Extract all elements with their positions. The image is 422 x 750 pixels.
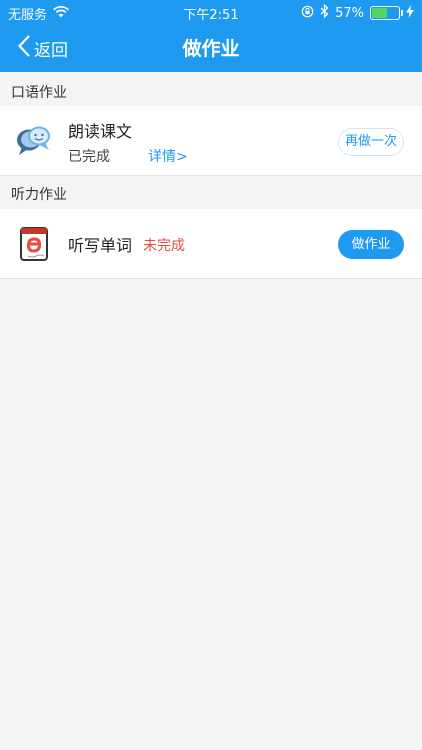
nav-bar: 返回 做作业 (0, 24, 422, 72)
battery-percent: 57% (335, 5, 364, 21)
bluetooth-icon (320, 3, 329, 22)
section-header-listening: 听力作业 (0, 178, 422, 212)
status-completed: 已完成 (68, 149, 110, 165)
charging-icon (406, 4, 414, 22)
battery-fill (372, 8, 387, 18)
page-title: 做作业 (182, 38, 240, 60)
item-title: 听写单词 (68, 236, 133, 255)
details-link[interactable]: 详情> (148, 146, 188, 166)
redo-button[interactable]: 再做一次 (337, 128, 404, 156)
do-homework-button[interactable]: 做作业 (338, 230, 404, 259)
section-header-oral: 口语作业 (0, 76, 422, 110)
list-item-reading[interactable]: 朗读课文 已完成 详情> 再做一次 (0, 106, 422, 176)
item-title: 朗读课文 (68, 122, 133, 141)
dictation-book-icon (18, 226, 52, 262)
status-right: 57% (301, 3, 414, 22)
rotation-lock-icon (301, 5, 314, 22)
status-incomplete: 未完成 (143, 238, 185, 254)
battery-icon (370, 6, 403, 20)
list-item-dictation[interactable]: 听写单词 未完成 做作业 (0, 209, 422, 279)
status-bar: 无服务 下午2:51 57% (0, 0, 422, 24)
speech-bubbles-icon (14, 122, 54, 162)
top-bar: 无服务 下午2:51 57% 返回 做作业 (0, 0, 422, 72)
